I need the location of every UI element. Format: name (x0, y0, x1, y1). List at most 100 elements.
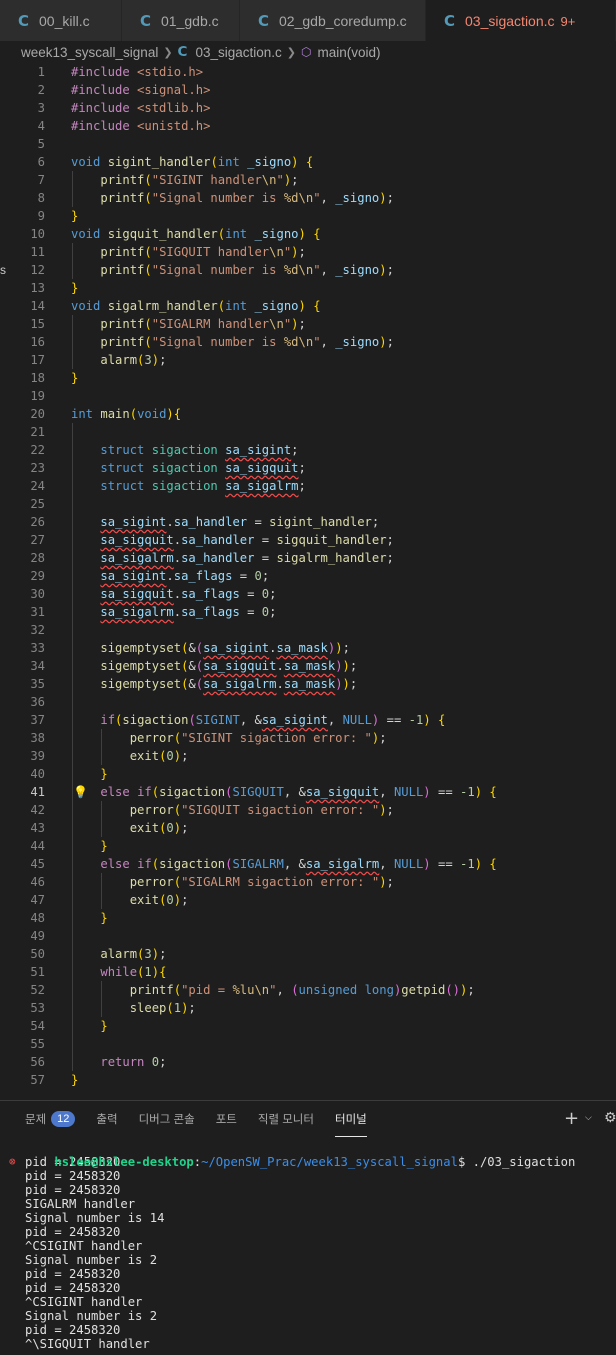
code-line[interactable]: 45 else if(sigaction(SIGALRM, &sa_sigalr… (0, 855, 616, 873)
code-text: printf("SIGQUIT handler\n"); (100, 245, 306, 259)
code-text: #include <stdlib.h> (71, 101, 211, 115)
terminal-output-line: Signal number is 2 (25, 1309, 158, 1323)
code-line[interactable]: 56 return 0; (0, 1053, 616, 1071)
panel-tab-1[interactable]: 문제 12 (25, 1101, 76, 1137)
code-line[interactable]: 11 printf("SIGQUIT handler\n"); (0, 243, 616, 261)
code-line[interactable]: 12 printf("Signal number is %d\n", _sign… (0, 261, 616, 279)
line-number: 10 (30, 227, 45, 241)
panel-tab-bar: 문제 12 출력 디버그 콘솔 포트 직렬 모니터 터미널 (0, 1101, 616, 1137)
code-line[interactable]: 16 printf("Signal number is %d\n", _sign… (0, 333, 616, 351)
code-editor[interactable]: 1 #include <stdio.h> 2 #include <signal.h> 3… (0, 63, 616, 1098)
code-line[interactable]: 35 sigemptyset(&(sa_sigalrm.sa_mask)); (0, 675, 616, 693)
code-line[interactable]: 25 (0, 495, 616, 513)
code-line[interactable]: 17 alarm(3); (0, 351, 616, 369)
code-line[interactable]: 57} (0, 1071, 616, 1089)
code-line[interactable]: 22 struct sigaction sa_sigint; (0, 441, 616, 459)
code-text: } (100, 767, 108, 781)
panel-tab-label: 출력 (96, 1114, 118, 1126)
code-line[interactable]: 47 exit(0); (0, 891, 616, 909)
line-number: 36 (30, 695, 45, 709)
code-line[interactable]: 14 void sigalrm_handler(int _signo) { (0, 297, 616, 315)
code-line[interactable]: 40 } (0, 765, 616, 783)
code-line[interactable]: 24 struct sigaction sa_sigalrm; (0, 477, 616, 495)
code-line[interactable]: 8 printf("Signal number is %d\n", _signo… (0, 189, 616, 207)
tab-1[interactable]: C 00_kill.c (0, 0, 122, 41)
code-line[interactable]: 15 printf("SIGALRM handler\n"); (0, 315, 616, 333)
line-number: 28 (30, 551, 45, 565)
code-line[interactable]: 29 sa_sigint.sa_flags = 0; (0, 567, 616, 585)
line-number: 44 (30, 839, 45, 853)
code-line[interactable]: 32 (0, 621, 616, 639)
code-line[interactable]: 51 while(1){ (0, 963, 616, 981)
terminal[interactable]: ⊗ hslee@hslee-desktop:~/OpenSW_Prac/week1… (0, 1141, 616, 1355)
new-terminal-icon[interactable]: + (564, 1108, 579, 1129)
panel-tab-4[interactable]: 포트 (216, 1101, 237, 1137)
tab-4[interactable]: C 03_sigaction.c 9+ (426, 0, 616, 41)
line-number: 12 (30, 263, 45, 277)
code-line[interactable]: 42 perror("SIGQUIT sigaction error: "); (0, 801, 616, 819)
line-number: 23 (30, 461, 45, 475)
code-line[interactable]: 5 (0, 135, 616, 153)
code-line[interactable]: 48 } (0, 909, 616, 927)
code-text: struct sigaction sa_sigquit; (100, 461, 306, 475)
code-line[interactable]: 53 sleep(1); (0, 999, 616, 1017)
code-line[interactable]: 3 #include <stdlib.h> (0, 99, 616, 117)
code-line[interactable]: 28 sa_sigalrm.sa_handler = sigalrm_handl… (0, 549, 616, 567)
code-line[interactable]: 54 } (0, 1017, 616, 1035)
code-line[interactable]: 21 (0, 423, 616, 441)
code-line[interactable]: 38 perror("SIGINT sigaction error: "); (0, 729, 616, 747)
code-line[interactable]: 55 (0, 1035, 616, 1053)
panel-tab-2[interactable]: 출력 (96, 1101, 117, 1137)
code-line[interactable]: 13} (0, 279, 616, 297)
code-line[interactable]: 2 #include <signal.h> (0, 81, 616, 99)
code-line[interactable]: 52 printf("pid = %lu\n", (unsigned long)… (0, 981, 616, 999)
code-line[interactable]: 34 sigemptyset(&(sa_sigquit.sa_mask)); (0, 657, 616, 675)
panel-tab-5[interactable]: 직렬 모니터 (258, 1101, 314, 1137)
line-number: 50 (30, 947, 45, 961)
code-line[interactable]: 46 perror("SIGALRM sigaction error: "); (0, 873, 616, 891)
code-line[interactable]: 18} (0, 369, 616, 387)
code-line[interactable]: 31 sa_sigalrm.sa_flags = 0; (0, 603, 616, 621)
code-text: struct sigaction sa_sigint; (100, 443, 299, 457)
code-text: sigemptyset(&(sa_sigquit.sa_mask)); (100, 659, 358, 673)
line-number: 2 (37, 83, 45, 97)
terminal-output-line: ^CSIGINT handler (25, 1295, 143, 1309)
code-line[interactable]: 20 int main(void){ (0, 405, 616, 423)
code-text: printf("pid = %lu\n", (unsigned long)get… (129, 983, 475, 997)
code-line[interactable]: 9} (0, 207, 616, 225)
panel-tab-6[interactable]: 터미널 (334, 1101, 367, 1137)
indent-guide (101, 873, 102, 909)
code-line[interactable]: 43 exit(0); (0, 819, 616, 837)
code-line[interactable]: 37 if(sigaction(SIGINT, &sa_sigint, NULL… (0, 711, 616, 729)
code-line[interactable]: 41 💡 else if(sigaction(SIGQUIT, &sa_sigqu… (0, 783, 616, 801)
line-number: 35 (30, 677, 45, 691)
tab-2[interactable]: C 01_gdb.c (122, 0, 240, 41)
code-line[interactable]: 23 struct sigaction sa_sigquit; (0, 459, 616, 477)
chevron-down-icon[interactable]: ⌵ (585, 1113, 592, 1123)
code-text: printf("SIGALRM handler\n"); (100, 317, 306, 331)
code-line[interactable]: 6 void sigint_handler(int _signo) { (0, 153, 616, 171)
breadcrumb-symbol[interactable]: main(void) (317, 45, 380, 60)
code-text: #include <stdio.h> (71, 65, 204, 79)
breadcrumb-folder[interactable]: week13_syscall_signal (21, 45, 158, 60)
code-line[interactable]: 1 #include <stdio.h> (0, 63, 616, 81)
code-line[interactable]: 27 sa_sigquit.sa_handler = sigquit_handl… (0, 531, 616, 549)
code-line[interactable]: 36 (0, 693, 616, 711)
code-line[interactable]: 19 (0, 387, 616, 405)
code-line[interactable]: 44 } (0, 837, 616, 855)
code-line[interactable]: 30 sa_sigquit.sa_flags = 0; (0, 585, 616, 603)
code-line[interactable]: 49 (0, 927, 616, 945)
code-line[interactable]: 7 printf("SIGINT handler\n"); (0, 171, 616, 189)
breadcrumb-file[interactable]: 03_sigaction.c (195, 45, 281, 60)
code-line[interactable]: 10 void sigquit_handler(int _signo) { (0, 225, 616, 243)
code-line[interactable]: 50 alarm(3); (0, 945, 616, 963)
chevron-right-icon: ❯ (286, 45, 296, 59)
code-line[interactable]: 4 #include <unistd.h> (0, 117, 616, 135)
code-line[interactable]: 26 sa_sigint.sa_handler = sigint_handler… (0, 513, 616, 531)
panel-tab-3[interactable]: 디버그 콘솔 (139, 1101, 195, 1137)
code-line[interactable]: 39 exit(0); (0, 747, 616, 765)
tab-3[interactable]: C 02_gdb_coredump.c (240, 0, 426, 41)
code-text: printf("Signal number is %d\n", _signo); (100, 335, 394, 349)
terminal-settings-icon[interactable]: ⚙ (604, 1110, 616, 1126)
code-line[interactable]: 33 sigemptyset(&(sa_sigint.sa_mask)); (0, 639, 616, 657)
